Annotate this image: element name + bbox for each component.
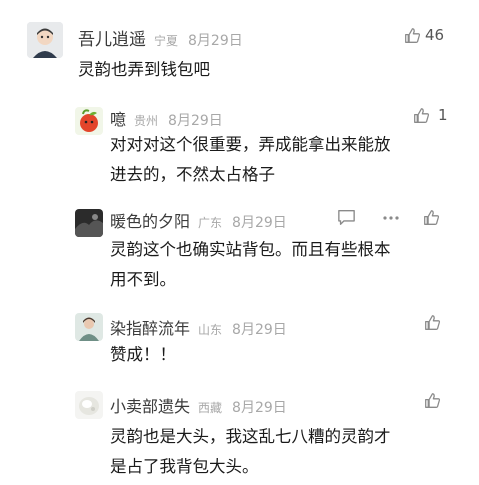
comment-text-line: 灵韵也是大头，我这乱七八糟的灵韵才 — [110, 427, 391, 446]
thumbs-up-icon[interactable] — [404, 27, 421, 44]
comment-text: 对对对这个很重要，弄成能拿出来能放 进去的，不然太占格子 — [110, 130, 470, 190]
like-count: 46 — [425, 26, 445, 44]
username[interactable]: 小卖部遗失 — [110, 393, 190, 417]
thumbs-up-icon[interactable] — [424, 314, 441, 331]
date: 8月29日 — [232, 322, 287, 338]
date: 8月29日 — [188, 33, 243, 49]
comment-text: 灵韵这个也确实站背包。而且有些根本 用不到。 — [110, 235, 470, 295]
comment-meta: 吾儿逍遥 宁夏 8月29日 — [78, 25, 243, 50]
comment-text-line: 是占了我背包大头。 — [110, 457, 259, 476]
comment-actions — [337, 209, 440, 226]
speech-bubble-icon[interactable] — [337, 209, 356, 226]
like-action[interactable]: 1 — [413, 106, 448, 124]
reply-item: 染指醉流年 山东 8月29日 赞成！！ — [0, 305, 479, 375]
date: 8月29日 — [232, 215, 287, 231]
username[interactable]: 染指醉流年 — [110, 315, 190, 339]
like-count: 1 — [438, 106, 448, 124]
comment-text: 灵韵也是大头，我这乱七八糟的灵韵才 是占了我背包大头。 — [110, 422, 470, 482]
location: 宁夏 — [154, 34, 179, 48]
avatar[interactable] — [27, 22, 63, 58]
comment-meta: 暖色的夕阳 广东 8月29日 — [110, 208, 287, 232]
comment-text-line: 用不到。 — [110, 270, 176, 289]
comment-text-line: 对对对这个很重要，弄成能拿出来能放 — [110, 135, 391, 154]
thumbs-up-icon[interactable] — [423, 209, 440, 226]
reply-item: 噫 贵州 8月29日 1 对对对这个很重要，弄成能拿出来能放 进去的，不然太占格… — [0, 90, 479, 190]
comment-meta: 噫 贵州 8月29日 — [110, 106, 223, 130]
thumbs-up-icon[interactable] — [424, 392, 441, 409]
comment-item: 吾儿逍遥 宁夏 8月29日 46 灵韵也弄到钱包吧 — [0, 0, 479, 90]
comment-meta: 小卖部遗失 西藏 8月29日 — [110, 393, 287, 417]
username[interactable]: 暖色的夕阳 — [110, 208, 190, 232]
location: 西藏 — [198, 401, 223, 415]
username[interactable]: 噫 — [110, 106, 126, 130]
avatar[interactable] — [75, 391, 103, 419]
date: 8月29日 — [232, 400, 287, 416]
comment-text-line: 灵韵这个也确实站背包。而且有些根本 — [110, 240, 391, 259]
comment-text: 灵韵也弄到钱包吧 — [78, 60, 210, 79]
location: 山东 — [198, 323, 223, 337]
comment-meta: 染指醉流年 山东 8月29日 — [110, 315, 287, 339]
avatar[interactable] — [75, 209, 103, 237]
location: 贵州 — [134, 114, 159, 128]
date: 8月29日 — [168, 113, 223, 129]
comment-text: 赞成！！ — [110, 345, 176, 364]
like-action[interactable] — [424, 314, 441, 331]
username[interactable]: 吾儿逍遥 — [78, 25, 146, 50]
avatar[interactable] — [75, 313, 103, 341]
reply-item: 暖色的夕阳 广东 8月29日 灵韵这个也确实站背包。而且有些根本 用不到。 — [0, 195, 479, 295]
thumbs-up-icon[interactable] — [413, 107, 430, 124]
like-action[interactable] — [424, 392, 441, 409]
avatar[interactable] — [75, 107, 103, 135]
more-dots-icon[interactable] — [382, 215, 400, 221]
like-action[interactable]: 46 — [404, 26, 444, 44]
location: 广东 — [198, 216, 223, 230]
comment-text-line: 进去的，不然太占格子 — [110, 165, 275, 184]
reply-item: 小卖部遗失 西藏 8月29日 灵韵也是大头，我这乱七八糟的灵韵才 是占了我背包大… — [0, 385, 479, 485]
